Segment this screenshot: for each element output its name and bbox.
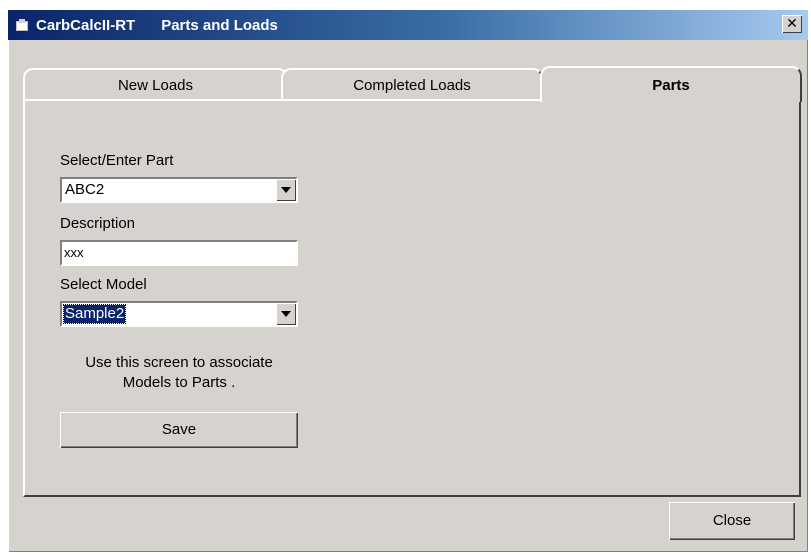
close-button[interactable]: Close	[669, 502, 795, 540]
model-value: Sample2	[62, 304, 127, 324]
app-name: CarbCalcII-RT	[36, 16, 136, 34]
part-label: Select/Enter Part	[60, 152, 174, 169]
chevron-down-icon[interactable]	[276, 303, 296, 325]
tab-parts[interactable]: Parts	[540, 66, 802, 102]
help-text: Use this screen to associate Models to P…	[60, 353, 298, 393]
part-value: ABC2	[65, 181, 105, 198]
model-select[interactable]: Sample2	[60, 301, 298, 327]
description-field[interactable]: xxx	[60, 240, 298, 266]
save-button[interactable]: Save	[60, 412, 298, 448]
parts-tab-panel: Select/Enter Part ABC2 Description xxx S…	[23, 99, 801, 497]
model-label: Select Model	[60, 276, 147, 293]
title-bar[interactable]: CarbCalcII-RT Parts and Loads ✕	[8, 10, 808, 40]
help-text-line-2: Models to Parts .	[122, 374, 236, 391]
close-icon[interactable]: ✕	[782, 15, 802, 33]
tab-new-loads[interactable]: New Loads	[23, 68, 288, 100]
chevron-down-icon[interactable]	[276, 179, 296, 201]
help-text-line-1: Use this screen to associate	[85, 354, 273, 371]
description-label: Description	[60, 215, 136, 232]
window-title: Parts and Loads	[161, 16, 278, 34]
app-icon	[16, 19, 30, 31]
tab-completed-loads[interactable]: Completed Loads	[281, 68, 543, 100]
part-select[interactable]: ABC2	[60, 177, 298, 203]
parts-and-loads-window: CarbCalcII-RT Parts and Loads ✕ New Load…	[8, 10, 808, 552]
